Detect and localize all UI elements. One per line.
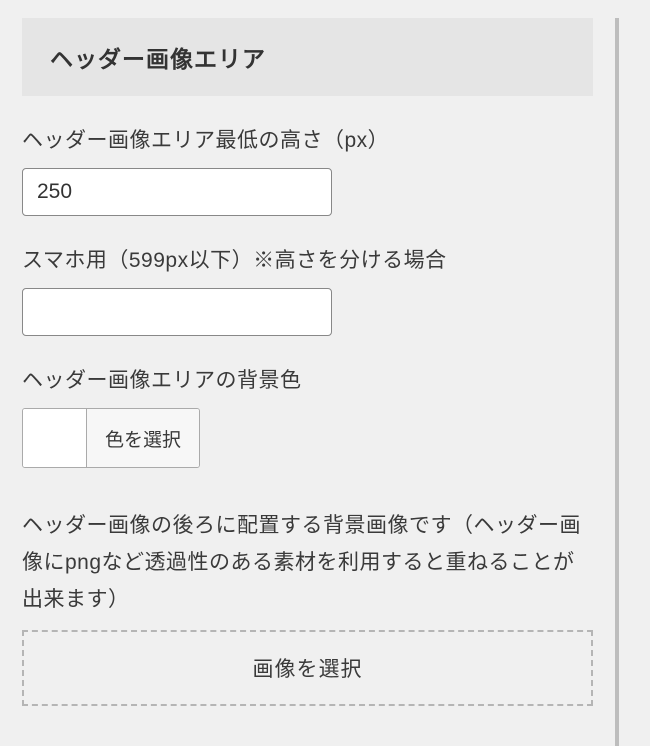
color-select-button[interactable]: 色を選択 (87, 409, 199, 467)
field-min-height: ヘッダー画像エリア最低の高さ（px） (22, 124, 593, 216)
color-picker[interactable]: 色を選択 (22, 408, 200, 468)
mobile-height-input[interactable] (22, 288, 332, 336)
field-mobile-height: スマホ用（599px以下）※高さを分ける場合 (22, 244, 593, 336)
bg-color-label: ヘッダー画像エリアの背景色 (22, 364, 593, 394)
section-title: ヘッダー画像エリア (50, 46, 266, 72)
section-content: ヘッダー画像エリア最低の高さ（px） スマホ用（599px以下）※高さを分ける場… (0, 96, 615, 706)
bg-image-description: ヘッダー画像の後ろに配置する背景画像です（ヘッダー画像にpngなど透過性のある素… (22, 508, 593, 618)
color-swatch[interactable] (23, 409, 87, 467)
settings-panel: ヘッダー画像エリア ヘッダー画像エリア最低の高さ（px） スマホ用（599px以… (0, 18, 619, 746)
image-select-label: 画像を選択 (253, 653, 363, 683)
section-header: ヘッダー画像エリア (22, 18, 593, 96)
min-height-input[interactable] (22, 168, 332, 216)
field-bg-image: ヘッダー画像の後ろに配置する背景画像です（ヘッダー画像にpngなど透過性のある素… (22, 508, 593, 706)
field-bg-color: ヘッダー画像エリアの背景色 色を選択 (22, 364, 593, 472)
mobile-height-label: スマホ用（599px以下）※高さを分ける場合 (22, 244, 593, 274)
min-height-label: ヘッダー画像エリア最低の高さ（px） (22, 124, 593, 154)
image-select-button[interactable]: 画像を選択 (22, 630, 593, 706)
